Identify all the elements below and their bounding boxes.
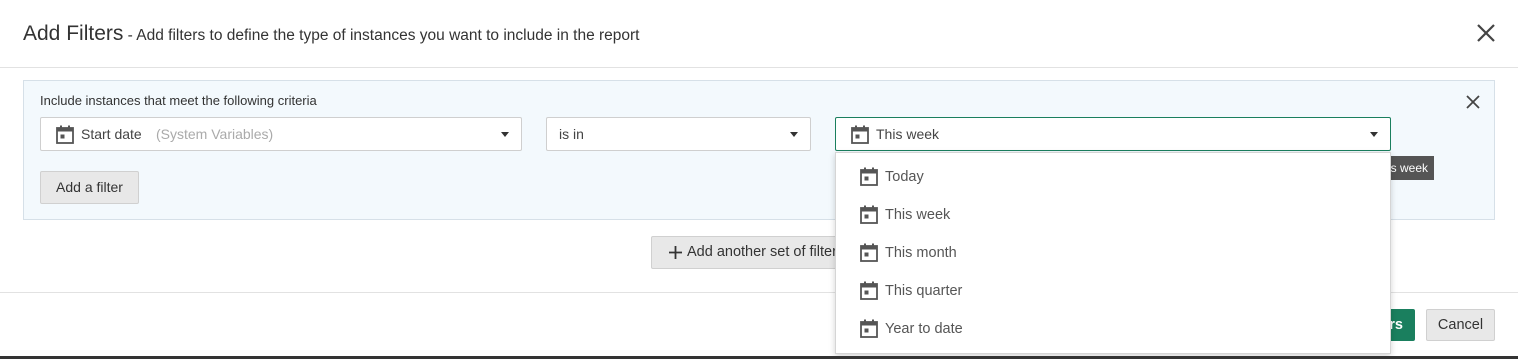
value-dropdown: Today This week This month This quarter … — [835, 152, 1391, 354]
value-select-value: This week — [876, 126, 940, 142]
dropdown-option-label: This month — [885, 245, 957, 261]
calendar-icon — [851, 125, 869, 144]
value-select[interactable]: This week — [835, 117, 1391, 151]
criteria-heading: Include instances that meet the followin… — [40, 93, 317, 108]
calendar-icon — [860, 205, 878, 224]
plus-icon — [669, 246, 682, 259]
dropdown-option-this-month[interactable]: This month — [836, 234, 1390, 272]
cancel-button[interactable]: Cancel — [1426, 309, 1495, 341]
dropdown-option-this-quarter[interactable]: This quarter — [836, 272, 1390, 310]
add-filter-set-button[interactable]: Add another set of filters — [651, 236, 851, 269]
calendar-icon — [56, 125, 74, 144]
dialog-title: Add Filters - Add filters to define the … — [23, 22, 639, 46]
chevron-down-icon — [790, 132, 798, 137]
calendar-icon — [860, 167, 878, 186]
close-icon[interactable] — [1472, 19, 1500, 47]
add-filter-set-label: Add another set of filters — [687, 244, 845, 260]
field-select[interactable]: Start date (System Variables) — [40, 117, 522, 151]
dropdown-option-this-week[interactable]: This week — [836, 196, 1390, 234]
dropdown-option-label: Year to date — [885, 321, 963, 337]
chevron-down-icon — [501, 132, 509, 137]
calendar-icon — [860, 319, 878, 338]
field-select-value: Start date — [81, 126, 142, 142]
header-divider — [0, 67, 1518, 68]
field-select-hint: (System Variables) — [156, 126, 274, 142]
calendar-icon — [860, 243, 878, 262]
dropdown-option-label: This week — [885, 207, 951, 223]
operator-select-value: is in — [559, 126, 584, 142]
remove-criteria-icon[interactable] — [1464, 93, 1482, 111]
dropdown-option-label: Today — [885, 169, 924, 185]
add-filter-button[interactable]: Add a filter — [40, 171, 139, 204]
calendar-icon — [860, 281, 878, 300]
dialog-subtitle: - Add filters to define the type of inst… — [123, 27, 640, 44]
dropdown-option-year-to-date[interactable]: Year to date — [836, 310, 1390, 348]
dialog-title-text: Add Filters — [23, 22, 124, 45]
chevron-down-icon — [1370, 132, 1378, 137]
dropdown-option-today[interactable]: Today — [836, 158, 1390, 196]
operator-select[interactable]: is in — [546, 117, 811, 151]
dropdown-option-label: This quarter — [885, 283, 963, 299]
